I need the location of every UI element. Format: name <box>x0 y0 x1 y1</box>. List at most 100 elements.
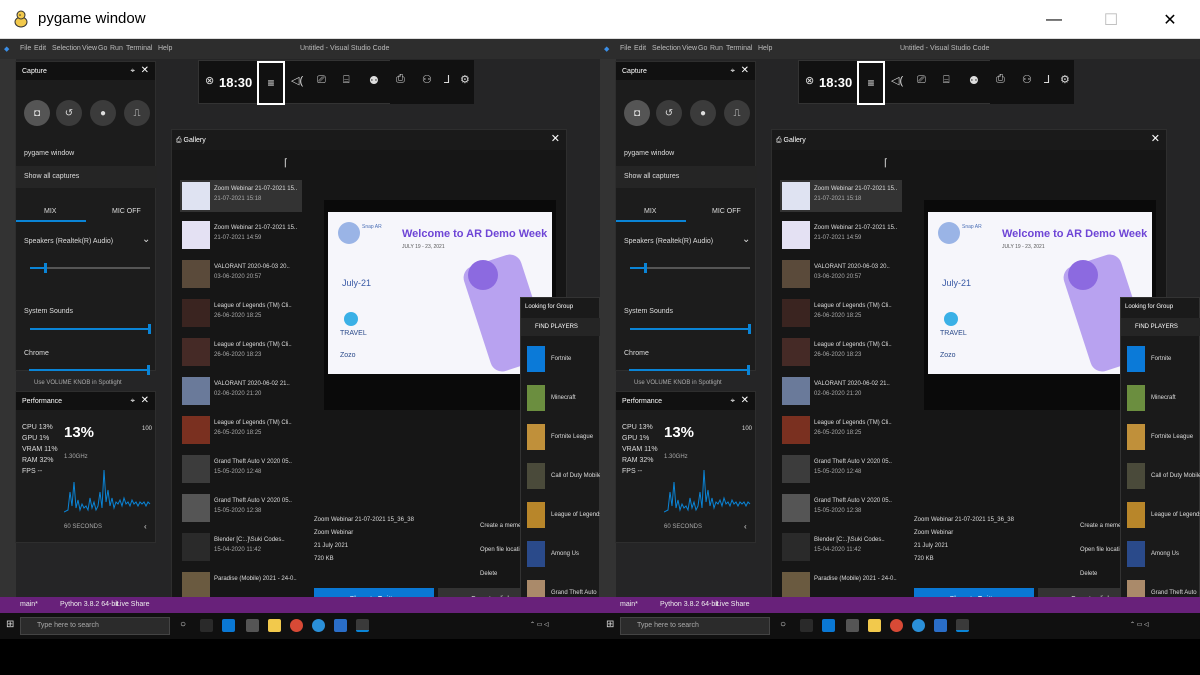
performance-widget-icon[interactable]: ⌸ <box>943 74 950 87</box>
thumbnail-item[interactable]: League of Legends (TM) Cli.. 26-06-2020 1… <box>780 297 902 329</box>
menu-file[interactable]: File <box>620 45 631 52</box>
device-select[interactable]: Speakers (Realtek(R) Audio) <box>24 238 113 245</box>
chrome-slider[interactable] <box>29 365 150 375</box>
taskbar-app-icon[interactable] <box>246 619 259 632</box>
task-view-icon[interactable]: ○ <box>780 619 786 630</box>
preview-image[interactable]: Snap AR Welcome to AR Demo Week JULY 19 … <box>928 212 1152 374</box>
thumbnail-item[interactable]: VALORANT 2020-06-02 21.. 02-06-2020 21:20 <box>180 375 302 407</box>
close-icon[interactable]: ✕ <box>1151 132 1160 145</box>
taskbar-app-icon[interactable] <box>222 619 235 632</box>
thumbnail-item[interactable]: Grand Theft Auto V 2020 05.. 15-05-2020 1… <box>780 453 902 485</box>
perf-gpu[interactable]: GPU 1% <box>622 433 658 444</box>
search-input[interactable]: Type here to search <box>620 617 770 635</box>
thumbnail-item[interactable]: Zoom Webinar 21-07-2021 15.. 21-07-2021 1… <box>780 219 902 251</box>
preview-image[interactable]: Snap AR Welcome to AR Demo Week JULY 19 … <box>328 212 552 374</box>
lfg-game-item[interactable]: Fortnite <box>1127 346 1199 374</box>
thumbnail-item[interactable]: Grand Theft Auto V 2020 05.. 15-05-2020 1… <box>780 492 902 524</box>
thumbnail-item[interactable]: Blender [C:..]\Suki Codes.. 15-04-2020 11… <box>180 531 302 563</box>
thumbnail-item[interactable]: VALORANT 2020-06-02 21.. 02-06-2020 21:20 <box>780 375 902 407</box>
menu-run[interactable]: Run <box>710 45 723 52</box>
record-button[interactable]: ● <box>690 100 716 126</box>
widget-menu-button[interactable]: ≡ <box>257 61 285 105</box>
xbox-icon[interactable]: ⊗ <box>205 74 214 87</box>
perf-cpu[interactable]: CPU 13% <box>622 422 658 433</box>
performance-widget-icon[interactable]: ⌸ <box>343 74 350 87</box>
status-python[interactable]: Python 3.8.2 64-bit <box>660 601 719 608</box>
tab-mix[interactable]: MIX <box>44 208 56 215</box>
menu-go[interactable]: Go <box>698 45 707 52</box>
lfg-game-item[interactable]: League of Legends <box>527 502 600 530</box>
lfg-game-item[interactable]: Among Us <box>527 541 599 569</box>
menu-selection[interactable]: Selection <box>52 45 81 52</box>
pygame-taskbar-icon[interactable] <box>956 619 969 632</box>
tray-icons[interactable]: ⌃ ▭ ◁ <box>530 621 549 628</box>
status-python[interactable]: Python 3.8.2 64-bit <box>60 601 119 608</box>
find-players-tab[interactable]: FIND PLAYERS <box>1121 318 1200 336</box>
menu-terminal[interactable]: Terminal <box>726 45 752 52</box>
perf-ram[interactable]: RAM 32% <box>22 455 58 466</box>
chrome-icon[interactable] <box>890 619 903 632</box>
show-all-captures[interactable]: Show all captures <box>16 166 157 188</box>
lfg-widget-icon[interactable]: ⚇ <box>1022 73 1032 86</box>
close-icon[interactable]: ✕ <box>741 65 749 76</box>
status-branch[interactable]: main* <box>620 601 638 608</box>
lfg-game-item[interactable]: Fortnite League <box>1127 424 1199 452</box>
xbox-social-icon[interactable]: ⚉ <box>369 74 379 87</box>
thumbnail-item[interactable]: Grand Theft Auto V 2020 05.. 15-05-2020 1… <box>180 492 302 524</box>
pin-icon[interactable]: ⌖ <box>130 66 135 76</box>
gallery-widget-icon[interactable]: ⎙ <box>996 73 1005 86</box>
audio-widget-icon[interactable]: ◁( <box>891 74 903 87</box>
screenshot-button[interactable]: ◘ <box>624 100 650 126</box>
lfg-game-item[interactable]: League of Legends <box>1127 502 1200 530</box>
thumbnail-item[interactable]: League of Legends (TM) Cli.. 26-06-2020 1… <box>780 336 902 368</box>
start-icon[interactable]: ⊞ <box>606 619 614 630</box>
filter-icon[interactable]: ⌈ <box>284 158 288 169</box>
start-icon[interactable]: ⊞ <box>6 619 14 630</box>
system-sounds-slider[interactable] <box>630 324 751 334</box>
thumbnail-item[interactable]: Zoom Webinar 21-07-2021 15.. 21-07-2021 1… <box>180 180 302 212</box>
widget-menu-button[interactable]: ≡ <box>857 61 885 105</box>
tab-mic-off[interactable]: MIC OFF <box>112 208 141 215</box>
xbox-social-icon[interactable]: ⚉ <box>969 74 979 87</box>
menu-terminal[interactable]: Terminal <box>126 45 152 52</box>
device-select[interactable]: Speakers (Realtek(R) Audio) <box>624 238 713 245</box>
perf-ram[interactable]: RAM 32% <box>622 455 658 466</box>
minimize-button[interactable]: — <box>1031 0 1077 39</box>
menu-view[interactable]: View <box>82 45 97 52</box>
tray-icons[interactable]: ⌃ ▭ ◁ <box>1130 621 1149 628</box>
edge-icon[interactable] <box>912 619 925 632</box>
perf-vram[interactable]: VRAM 11% <box>622 444 658 455</box>
thumbnail-item[interactable]: Zoom Webinar 21-07-2021 15.. 21-07-2021 1… <box>780 180 902 212</box>
menu-file[interactable]: File <box>20 45 31 52</box>
status-live[interactable]: Live Share <box>716 601 749 608</box>
master-volume-slider[interactable] <box>630 263 750 273</box>
menu-help[interactable]: Help <box>758 45 772 52</box>
gallery-widget-icon[interactable]: ⎙ <box>396 73 405 86</box>
perf-gpu[interactable]: GPU 1% <box>22 433 58 444</box>
menu-selection[interactable]: Selection <box>652 45 681 52</box>
maximize-button[interactable]: ☐ <box>1088 0 1134 39</box>
close-icon[interactable]: ✕ <box>141 65 149 76</box>
screenshot-button[interactable]: ◘ <box>24 100 50 126</box>
thumbnail-item[interactable]: Zoom Webinar 21-07-2021 15.. 21-07-2021 1… <box>180 219 302 251</box>
pin-icon[interactable]: ⌖ <box>730 396 735 406</box>
settings-icon[interactable]: ⚙ <box>1060 73 1070 86</box>
status-live[interactable]: Live Share <box>116 601 149 608</box>
mic-button[interactable]: ⎍ <box>124 100 150 126</box>
perf-vram[interactable]: VRAM 11% <box>22 444 58 455</box>
thumbnail-item[interactable]: Grand Theft Auto V 2020 05.. 15-05-2020 1… <box>180 453 302 485</box>
record-last-button[interactable]: ↺ <box>56 100 82 126</box>
lfg-game-item[interactable]: Minecraft <box>1127 385 1199 413</box>
menu-view[interactable]: View <box>682 45 697 52</box>
chevron-down-icon[interactable]: ⌄ <box>742 234 750 245</box>
task-view-icon[interactable]: ○ <box>180 619 186 630</box>
menu-help[interactable]: Help <box>158 45 172 52</box>
pin-icon[interactable]: ⌖ <box>730 66 735 76</box>
status-branch[interactable]: main* <box>20 601 38 608</box>
tab-mic-off[interactable]: MIC OFF <box>712 208 741 215</box>
taskbar-app-icon[interactable] <box>846 619 859 632</box>
controller-icon[interactable]: ⅃ <box>1044 73 1050 86</box>
thumbnail-item[interactable]: League of Legends (TM) Cli.. 26-05-2020 1… <box>180 414 302 446</box>
show-all-captures[interactable]: Show all captures <box>616 166 757 188</box>
thumbnail-item[interactable]: VALORANT 2020-06-03 20.. 03-06-2020 20:57 <box>780 258 902 290</box>
